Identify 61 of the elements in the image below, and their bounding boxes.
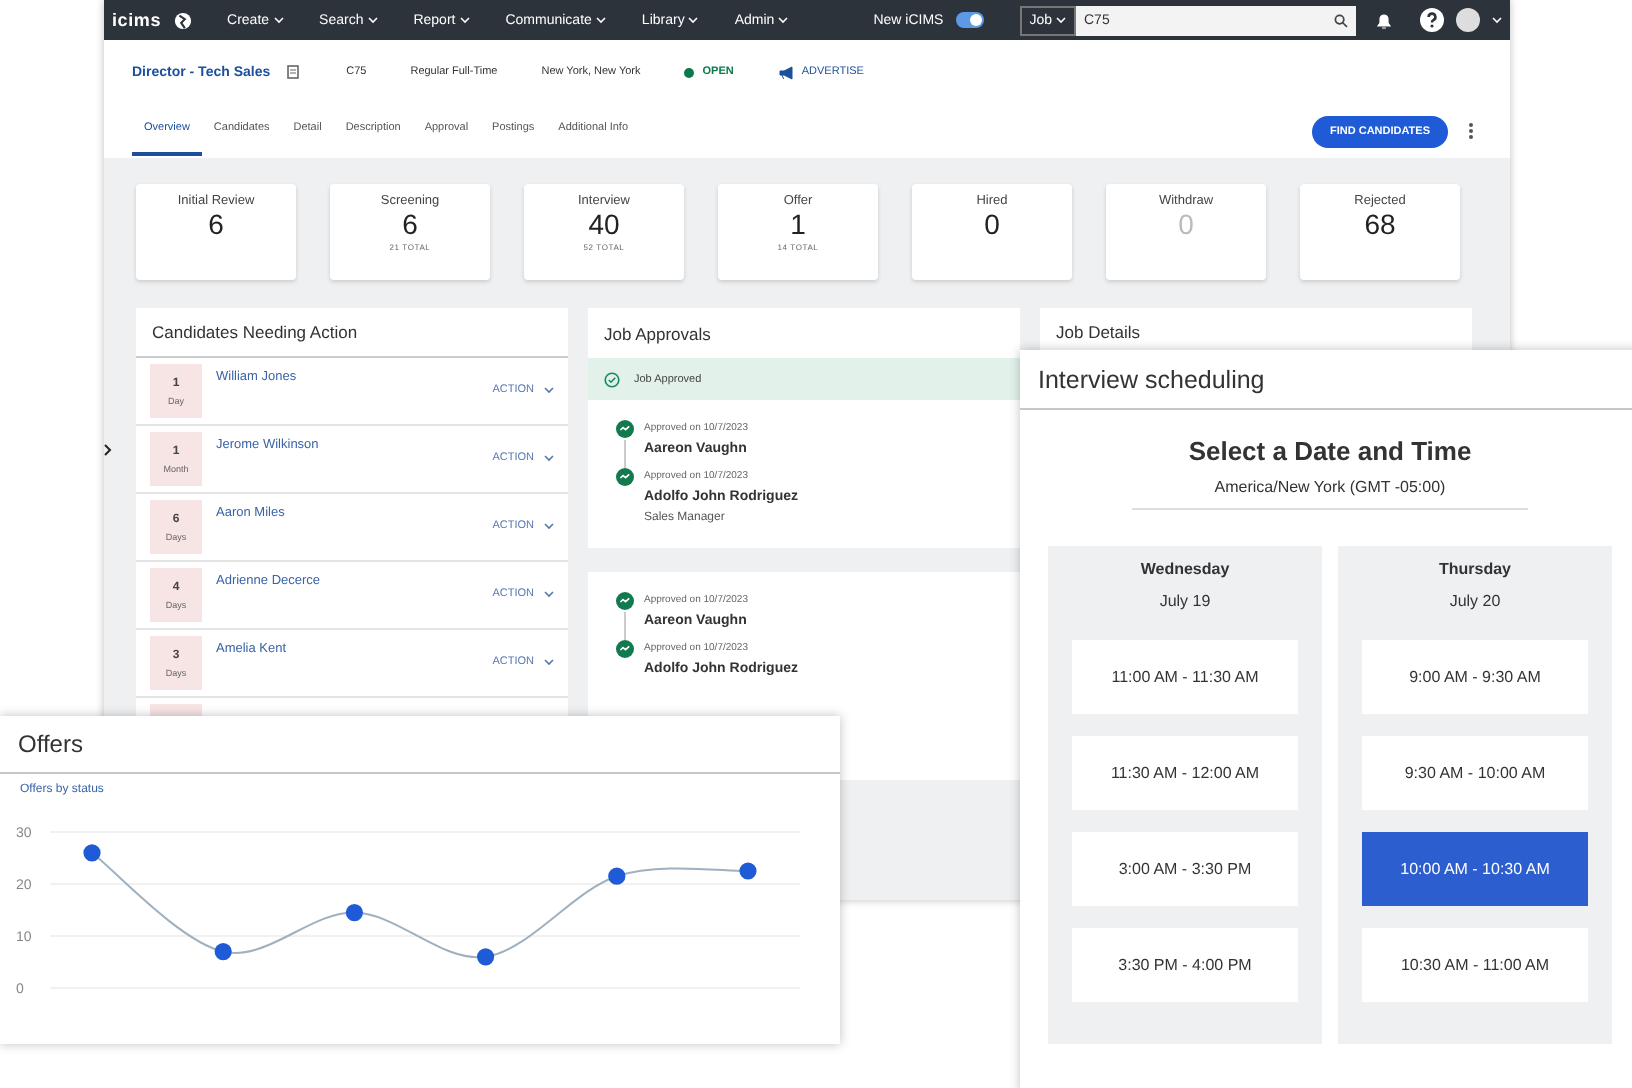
card-title: Offers bbox=[18, 730, 83, 758]
approved-icon bbox=[616, 592, 634, 610]
timezone-label: America/New York (GMT -05:00) bbox=[1132, 478, 1528, 510]
toggle-switch[interactable] bbox=[955, 12, 984, 28]
bell-icon[interactable] bbox=[1376, 11, 1392, 29]
caret-icon bbox=[595, 16, 606, 24]
data-point bbox=[477, 948, 495, 966]
data-point bbox=[83, 844, 101, 862]
data-point bbox=[608, 867, 626, 885]
time-slot-button[interactable]: 10:30 AM - 11:00 AM bbox=[1362, 928, 1588, 1002]
data-point bbox=[739, 862, 757, 880]
time-slot-button[interactable]: 3:30 PM - 4:00 PM bbox=[1072, 928, 1298, 1002]
approved-icon bbox=[616, 640, 634, 658]
stat-count: 1 bbox=[790, 208, 806, 242]
date-label: July 19 bbox=[1159, 592, 1211, 610]
stat-count: 0 bbox=[984, 208, 1000, 242]
panel-title: Candidates Needing Action bbox=[152, 322, 358, 342]
chevron-right-icon[interactable] bbox=[104, 444, 112, 456]
check-circle-icon bbox=[604, 371, 620, 387]
time-slot-button[interactable]: 10:00 AM - 10:30 AM bbox=[1362, 832, 1588, 906]
card-title: Interview scheduling bbox=[1038, 365, 1265, 393]
caret-icon bbox=[544, 386, 554, 394]
time-slot-button[interactable]: 9:00 AM - 9:30 AM bbox=[1362, 640, 1588, 714]
time-slot-button[interactable]: 9:30 AM - 10:00 AM bbox=[1362, 736, 1588, 810]
stat-count: 40 bbox=[588, 208, 620, 242]
more-options-icon[interactable] bbox=[1468, 122, 1474, 140]
caret-icon bbox=[688, 16, 699, 24]
scheduling-heading: Select a Date and Time bbox=[1188, 436, 1472, 466]
caret-icon bbox=[1056, 16, 1066, 24]
time-slot-button[interactable]: 3:00 AM - 3:30 PM bbox=[1072, 832, 1298, 906]
approved-icon bbox=[616, 420, 634, 438]
caret-icon bbox=[778, 16, 789, 24]
caret-icon bbox=[459, 16, 470, 24]
data-point bbox=[345, 904, 363, 922]
panel-title: Job Approvals bbox=[604, 323, 711, 343]
stat-count: 6 bbox=[402, 208, 418, 242]
time-slot-button[interactable]: 11:30 AM - 12:00 AM bbox=[1072, 736, 1298, 810]
weekday-label: Wednesday bbox=[1140, 560, 1230, 578]
caret-icon bbox=[544, 454, 554, 462]
search-icon bbox=[1334, 13, 1348, 27]
caret-icon bbox=[544, 590, 554, 598]
data-point bbox=[214, 943, 232, 961]
time-slot-button[interactable]: 11:00 AM - 11:30 AM bbox=[1072, 640, 1298, 714]
stat-count: 68 bbox=[1364, 208, 1396, 242]
caret-icon bbox=[544, 522, 554, 530]
approved-icon bbox=[616, 468, 634, 486]
panel-title: Job Details bbox=[1056, 322, 1141, 342]
megaphone-icon bbox=[777, 65, 794, 79]
stat-count: 0 bbox=[1178, 208, 1194, 242]
help-icon[interactable] bbox=[1420, 8, 1444, 32]
brand-logo[interactable]: icims bbox=[112, 10, 162, 30]
status-dot bbox=[684, 67, 695, 77]
stat-count: 6 bbox=[208, 208, 224, 242]
avatar-icon[interactable] bbox=[1456, 8, 1480, 32]
weekday-label: Thursday bbox=[1438, 560, 1511, 578]
document-icon[interactable] bbox=[286, 64, 303, 80]
caret-icon bbox=[544, 658, 554, 666]
caret-icon bbox=[273, 16, 284, 24]
caret-icon bbox=[1492, 16, 1502, 24]
caret-icon bbox=[367, 16, 378, 24]
date-label: July 20 bbox=[1449, 592, 1501, 610]
